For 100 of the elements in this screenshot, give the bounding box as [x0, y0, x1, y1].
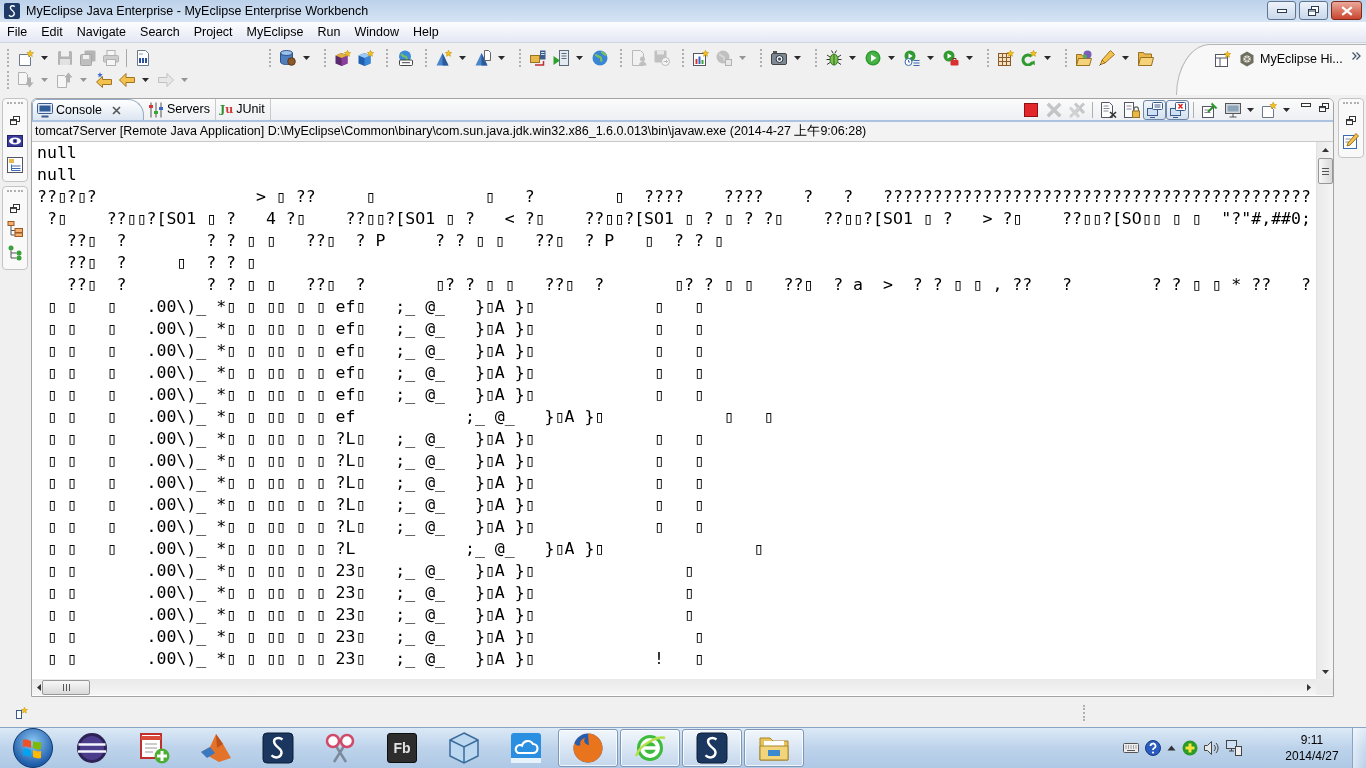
menu-item[interactable]: Run	[310, 22, 348, 42]
page-star-icon[interactable]	[1260, 101, 1277, 118]
caret-icon[interactable]	[1247, 107, 1254, 112]
minimize-icon[interactable]	[1301, 102, 1311, 107]
caret-icon[interactable]	[459, 56, 466, 60]
tab[interactable]: Console	[32, 99, 144, 120]
stop-icon[interactable]	[1022, 101, 1039, 118]
app-logo-icon[interactable]	[4, 3, 20, 19]
tree-icon[interactable]	[7, 245, 23, 261]
monitor-icon[interactable]	[1224, 101, 1241, 118]
arrow-left-icon[interactable]	[37, 683, 41, 691]
app-logo-icon[interactable]	[262, 732, 294, 764]
play-server-icon[interactable]	[552, 50, 569, 66]
restore-button[interactable]	[1299, 1, 1328, 20]
close-button[interactable]	[1331, 1, 1362, 20]
play-icon[interactable]	[864, 50, 881, 66]
network-icon[interactable]	[1226, 740, 1242, 756]
scissors-icon[interactable]	[324, 732, 356, 764]
menu-item[interactable]: Help	[405, 22, 446, 42]
scroll-thumb[interactable]	[1317, 158, 1333, 184]
caret-icon[interactable]	[966, 56, 973, 60]
outline-icon[interactable]	[7, 157, 23, 173]
keyboard-icon[interactable]	[1123, 740, 1139, 756]
page-lock-icon[interactable]	[1123, 101, 1140, 118]
arrow-down-icon[interactable]	[1321, 670, 1329, 674]
folder-ball-icon[interactable]	[1075, 50, 1092, 66]
menu-item[interactable]: Edit	[34, 22, 70, 42]
restore-icon[interactable]	[10, 204, 20, 213]
tab[interactable]: Ju JUnit	[215, 99, 271, 120]
pyramid-star-icon[interactable]	[435, 50, 452, 66]
folder-icon[interactable]	[1137, 50, 1154, 66]
camera-icon[interactable]	[770, 50, 787, 66]
cube-star-icon[interactable]	[334, 50, 351, 66]
caret-icon[interactable]	[142, 78, 149, 82]
horizontal-scrollbar[interactable]	[32, 679, 1316, 695]
bug-icon[interactable]	[825, 50, 842, 66]
speaker-icon[interactable]	[1204, 740, 1220, 756]
menu-item[interactable]: Project	[186, 22, 240, 42]
triangle-up-icon[interactable]	[1167, 745, 1176, 751]
minimize-button[interactable]	[1267, 1, 1296, 20]
caret-icon[interactable]	[888, 56, 895, 60]
restore-icon[interactable]	[1346, 116, 1356, 125]
menu-item[interactable]: MyEclipse	[239, 22, 311, 42]
box-icon[interactable]	[448, 732, 480, 764]
arrow-right-icon[interactable]	[1307, 683, 1311, 691]
menu-item[interactable]: Navigate	[69, 22, 134, 42]
peak-icon[interactable]	[200, 732, 232, 764]
page-star-icon[interactable]	[17, 50, 34, 66]
close-icon[interactable]	[111, 105, 121, 115]
restore-icon[interactable]	[10, 116, 20, 125]
caret-icon[interactable]	[794, 56, 801, 60]
plus-icon[interactable]	[1182, 740, 1198, 756]
database-bean-icon[interactable]	[279, 50, 296, 66]
globe-icon[interactable]	[591, 50, 608, 66]
taskbar-button[interactable]	[558, 729, 618, 767]
scroll-thumb[interactable]	[42, 679, 90, 695]
page-cross-icon[interactable]	[1100, 101, 1117, 118]
caret-icon[interactable]	[927, 56, 934, 60]
pyramid-page-icon[interactable]	[474, 50, 491, 66]
caret-icon[interactable]	[1044, 56, 1051, 60]
eye-icon[interactable]	[7, 133, 23, 149]
folders-arrow-icon[interactable]	[529, 50, 546, 66]
page-sparkle-icon[interactable]	[16, 707, 28, 719]
taskbar-button[interactable]	[682, 729, 742, 767]
vertical-scrollbar[interactable]	[1316, 142, 1333, 679]
arrow-left-star-icon[interactable]	[95, 72, 112, 88]
caret-icon[interactable]	[41, 56, 48, 60]
page-pin-icon[interactable]	[1201, 101, 1218, 118]
perspective-button[interactable]: MyEclipse Hi...	[1239, 51, 1343, 67]
menu-item[interactable]: Search	[133, 22, 187, 42]
pencil-icon[interactable]	[1098, 50, 1115, 66]
hierarchy-icon[interactable]	[7, 221, 23, 237]
windows-orb-icon[interactable]	[13, 728, 53, 768]
caret-icon[interactable]	[1283, 107, 1290, 112]
caret-icon[interactable]	[1122, 56, 1129, 60]
app-tile[interactable]: Fb	[387, 733, 417, 763]
play-list-icon[interactable]	[903, 50, 920, 66]
console-line: ▯ ▯ ▯ .00\)_ *▯ ▯ ▯▯ ▯ ▯ ?L ;_ @_ }▯A }▯ ▯	[45, 538, 764, 560]
globe-tag-icon[interactable]	[396, 50, 413, 66]
caret-icon[interactable]	[576, 56, 583, 60]
console-line: ▯ ▯ ▯ .00\)_ *▯ ▯ ▯▯ ▯ ▯ ef▯ ;_ @_ }▯A }▯ ▯ ▯	[45, 340, 704, 362]
maximize-icon[interactable]	[1319, 102, 1329, 112]
chevron-icon[interactable]	[1352, 52, 1361, 60]
page-pencil-icon[interactable]	[1343, 133, 1359, 149]
caret-icon[interactable]	[849, 56, 856, 60]
caret-icon[interactable]	[498, 56, 505, 60]
menu-item[interactable]: Window	[347, 22, 406, 42]
cube-star-icon[interactable]	[357, 50, 374, 66]
notepad-plus-icon[interactable]	[138, 732, 170, 764]
grid-star-icon[interactable]	[997, 50, 1014, 66]
circle-arrow-star-icon[interactable]	[1020, 50, 1037, 66]
sphere-icon[interactable]	[76, 732, 108, 764]
cloud-icon[interactable]	[510, 732, 542, 764]
arrow-up-icon[interactable]	[1321, 148, 1329, 152]
menu-item[interactable]: File	[0, 22, 35, 42]
help-icon[interactable]	[1145, 740, 1161, 756]
tab[interactable]: Servers	[143, 99, 216, 120]
page-icon[interactable]	[134, 50, 151, 66]
play-toolbox-icon[interactable]	[942, 50, 959, 66]
caret-icon[interactable]	[303, 56, 310, 60]
